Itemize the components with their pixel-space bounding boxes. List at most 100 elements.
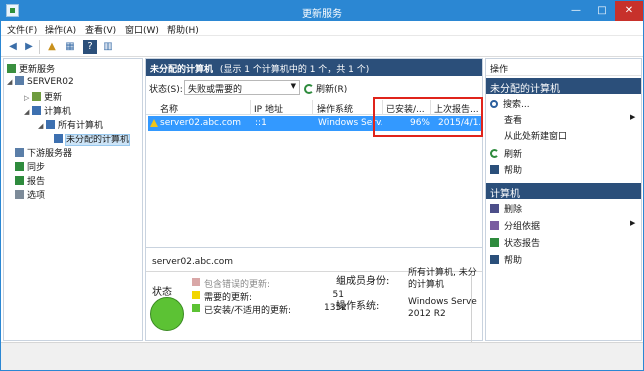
maximize-button[interactable]: □ [589, 1, 615, 21]
action-delete[interactable]: 删除 [490, 202, 522, 215]
legend-installed-swatch [192, 304, 200, 312]
menu-bar: 文件(F) 操作(A) 查看(V) 窗口(W) 帮助(H) [1, 21, 643, 36]
legend-errors: 包含错误的更新: 0 [192, 277, 352, 290]
help-icon [490, 165, 499, 174]
action-view[interactable]: 查看 ▶ [490, 113, 638, 126]
forward-icon[interactable]: ▶ [22, 40, 36, 54]
refresh-button[interactable]: 刷新(R) [304, 82, 347, 95]
annotation-highlight [373, 97, 483, 137]
refresh-icon [490, 149, 499, 158]
options-icon [15, 190, 24, 199]
action-new-window[interactable]: 从此处新建窗口 [490, 129, 567, 142]
status-filter-label: 状态(S): [149, 85, 183, 95]
action-refresh[interactable]: 刷新 [490, 147, 522, 160]
update-services-window: 更新服务 — □ ✕ 文件(F) 操作(A) 查看(V) 窗口(W) 帮助(H)… [0, 0, 644, 371]
details-panel: 状态 包含错误的更新: 0 需要的更新: 51 已安装/不适用的更新: 1352… [146, 268, 482, 342]
section-computers[interactable]: 计算机 [486, 183, 641, 200]
tree-item-computers[interactable]: ◢ 计算机 [24, 104, 71, 117]
legend-errors-label: 包含错误的更新: [204, 280, 271, 290]
column-name[interactable]: 名称 [160, 102, 178, 115]
submenu-arrow-icon: ▶ [630, 219, 636, 227]
tree-item-update-services[interactable]: 更新服务 [7, 62, 55, 75]
report-icon [15, 176, 24, 185]
action-search[interactable]: 搜索... [490, 97, 530, 110]
section-unassigned-computers[interactable]: 未分配的计算机 [486, 78, 641, 95]
actions-title: 操作 [486, 59, 641, 76]
toolbar-separator [39, 40, 40, 54]
blank-icon [490, 131, 499, 140]
os-value-line1: Windows Serve [408, 297, 477, 307]
action-help-computers[interactable]: 帮助 [490, 253, 522, 266]
details-status-label: 状态 [152, 287, 172, 298]
computers-pane: 未分配的计算机 (显示 1 个计算机中的 1 个，共 1 个) 状态(S): 失… [145, 58, 483, 342]
computer-group-icon [54, 134, 63, 143]
update-services-icon [7, 64, 16, 73]
cell-ip: ::1 [255, 118, 267, 128]
action-help[interactable]: 帮助 [490, 163, 522, 176]
legend-needed: 需要的更新: 51 [192, 290, 352, 303]
legend-installed-label: 已安装/不适用的更新: [204, 306, 292, 316]
status-bar [1, 342, 643, 370]
status-filter-dropdown[interactable]: 失败或需要的 ▼ [184, 80, 300, 95]
refresh-label: 刷新(R) [316, 85, 348, 95]
minimize-button[interactable]: — [563, 1, 589, 21]
action-group-by-label: 分组依据 [504, 222, 541, 232]
action-refresh-label: 刷新 [504, 150, 523, 160]
tree-item-options[interactable]: 选项 [15, 188, 45, 201]
pane-header: 未分配的计算机 (显示 1 个计算机中的 1 个，共 1 个) [146, 59, 482, 76]
toolbar: ◀ ▶ ▲ ▦ ? ▥ [1, 37, 643, 57]
status-filter-value: 失败或需要的 [188, 85, 243, 95]
column-divider[interactable] [312, 100, 313, 115]
chevron-down-icon: ▼ [290, 82, 296, 90]
action-group-by[interactable]: 分组依据 ▶ [490, 219, 638, 232]
pane-subtitle: (显示 1 个计算机中的 1 个，共 1 个) [219, 65, 370, 75]
tree-item-synchronization[interactable]: 同步 [15, 160, 45, 173]
server-icon [15, 76, 24, 85]
legend-installed: 已安装/不适用的更新: 1352 [192, 303, 352, 316]
action-delete-label: 删除 [504, 205, 523, 215]
pane-title: 未分配的计算机 [150, 65, 214, 75]
tree-item-reports[interactable]: 报告 [15, 174, 45, 187]
menu-window[interactable]: 窗口(W) [125, 23, 159, 36]
tree-item-all-computers[interactable]: ◢ 所有计算机 [38, 118, 103, 131]
group-by-icon [490, 221, 499, 230]
title-bar: 更新服务 — □ ✕ [1, 1, 643, 21]
menu-file[interactable]: 文件(F) [7, 23, 37, 36]
tree-item-downstream-servers[interactable]: 下游服务器 [15, 146, 72, 159]
status-filter-row: 状态(S): 失败或需要的 ▼ 刷新(R) [146, 77, 482, 99]
close-button[interactable]: ✕ [615, 1, 643, 21]
tree-item-updates[interactable]: ▷ 更新 [24, 90, 62, 103]
updates-icon [32, 92, 41, 101]
cell-name: server02.abc.com [160, 118, 242, 128]
action-help-label: 帮助 [504, 166, 523, 176]
show-tree-icon[interactable]: ▦ [63, 40, 77, 54]
tree-item-unassigned-computers[interactable]: 未分配的计算机 [54, 132, 131, 146]
column-divider[interactable] [250, 100, 251, 115]
action-new-window-label: 从此处新建窗口 [504, 132, 568, 142]
column-ip[interactable]: IP 地址 [254, 102, 283, 115]
action-pane-icon[interactable]: ▥ [101, 40, 115, 54]
splitter[interactable] [146, 247, 482, 248]
up-folder-icon[interactable]: ▲ [45, 40, 59, 54]
action-help-computers-label: 帮助 [504, 256, 523, 266]
back-icon[interactable]: ◀ [6, 40, 20, 54]
menu-view[interactable]: 查看(V) [85, 23, 116, 36]
tree-item-server02[interactable]: ◢ SERVER02 [7, 76, 74, 89]
legend-needed-swatch [192, 291, 200, 299]
action-status-report[interactable]: 状态报告 [490, 236, 540, 249]
help-icon[interactable]: ? [83, 40, 97, 54]
os-value-line2: 2012 R2 [408, 309, 446, 319]
downstream-icon [15, 148, 24, 157]
status-report-icon [490, 238, 499, 247]
blank-icon [490, 115, 499, 124]
menu-help[interactable]: 帮助(H) [167, 23, 199, 36]
menu-action[interactable]: 操作(A) [45, 23, 76, 36]
column-os[interactable]: 操作系统 [317, 102, 353, 115]
action-search-label: 搜索... [503, 100, 530, 110]
action-status-report-label: 状态报告 [504, 239, 541, 249]
membership-label: 组成员身份: [336, 276, 390, 287]
membership-value-line2: 的计算机 [408, 280, 445, 290]
submenu-arrow-icon: ▶ [630, 113, 636, 121]
details-scrollbar[interactable] [471, 273, 472, 342]
warning-icon [150, 119, 158, 127]
